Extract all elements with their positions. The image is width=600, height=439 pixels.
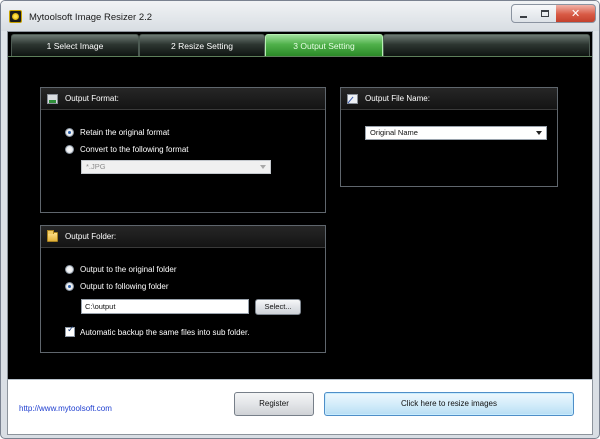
backup-checkbox-label: Automatic backup the same files into sub… [80, 328, 250, 337]
format-select-value: *.JPG [86, 162, 106, 171]
output-folder-header: Output Folder: [41, 226, 325, 248]
output-format-panel: Output Format: Retain the original forma… [40, 87, 326, 213]
original-folder-label: Output to the original folder [80, 265, 177, 274]
maximize-icon [541, 10, 549, 17]
file-name-select[interactable]: Original Name [365, 126, 547, 140]
file-name-select-value: Original Name [370, 128, 418, 137]
app-icon [9, 10, 22, 23]
convert-format-label: Convert to the following format [80, 145, 189, 154]
tab-resize-setting[interactable]: 2 Resize Setting [139, 34, 265, 56]
footer-bar: http://www.mytoolsoft.com Register Click… [7, 379, 593, 435]
folder-path-input[interactable]: C:\output [81, 299, 249, 314]
minimize-button[interactable] [511, 4, 535, 23]
output-format-title: Output Format: [65, 94, 119, 103]
close-button[interactable]: ✕ [556, 4, 596, 23]
convert-format-radio[interactable] [65, 145, 74, 154]
folder-icon [47, 230, 58, 242]
resize-images-button[interactable]: Click here to resize images [324, 392, 574, 416]
backup-checkbox[interactable] [65, 325, 75, 337]
minimize-icon [520, 16, 527, 18]
output-file-name-title: Output File Name: [365, 94, 430, 103]
window-title: Mytoolsoft Image Resizer 2.2 [29, 12, 153, 23]
step-tabs: 1 Select Image 2 Resize Setting 3 Output… [8, 32, 592, 57]
tab-divider [8, 56, 592, 57]
title-bar[interactable]: Mytoolsoft Image Resizer 2.2 ✕ [1, 1, 599, 31]
chevron-down-icon [536, 131, 542, 135]
following-folder-label: Output to following folder [80, 282, 169, 291]
output-file-name-panel: Output File Name: Original Name [340, 87, 558, 187]
original-folder-radio[interactable] [65, 265, 74, 274]
output-file-name-header: Output File Name: [341, 88, 557, 110]
following-folder-radio[interactable] [65, 282, 74, 291]
tab-blank [383, 34, 590, 56]
chevron-down-icon [260, 165, 266, 169]
output-folder-panel: Output Folder: Output to the original fo… [40, 225, 326, 353]
format-select[interactable]: *.JPG [81, 160, 271, 174]
select-folder-button[interactable]: Select... [255, 299, 301, 315]
website-link[interactable]: http://www.mytoolsoft.com [19, 404, 112, 413]
output-format-header: Output Format: [41, 88, 325, 110]
format-icon [47, 94, 58, 104]
output-folder-title: Output Folder: [65, 232, 117, 241]
maximize-button[interactable] [534, 4, 557, 23]
register-button[interactable]: Register [234, 392, 314, 416]
close-icon: ✕ [571, 7, 581, 20]
tab-select-image[interactable]: 1 Select Image [11, 34, 139, 56]
retain-format-radio[interactable] [65, 128, 74, 137]
tab-output-setting[interactable]: 3 Output Setting [265, 34, 383, 56]
retain-format-label: Retain the original format [80, 128, 170, 137]
rename-icon [347, 94, 358, 104]
main-area: 1 Select Image 2 Resize Setting 3 Output… [7, 31, 593, 435]
app-window: Mytoolsoft Image Resizer 2.2 ✕ 1 Select … [0, 0, 600, 439]
